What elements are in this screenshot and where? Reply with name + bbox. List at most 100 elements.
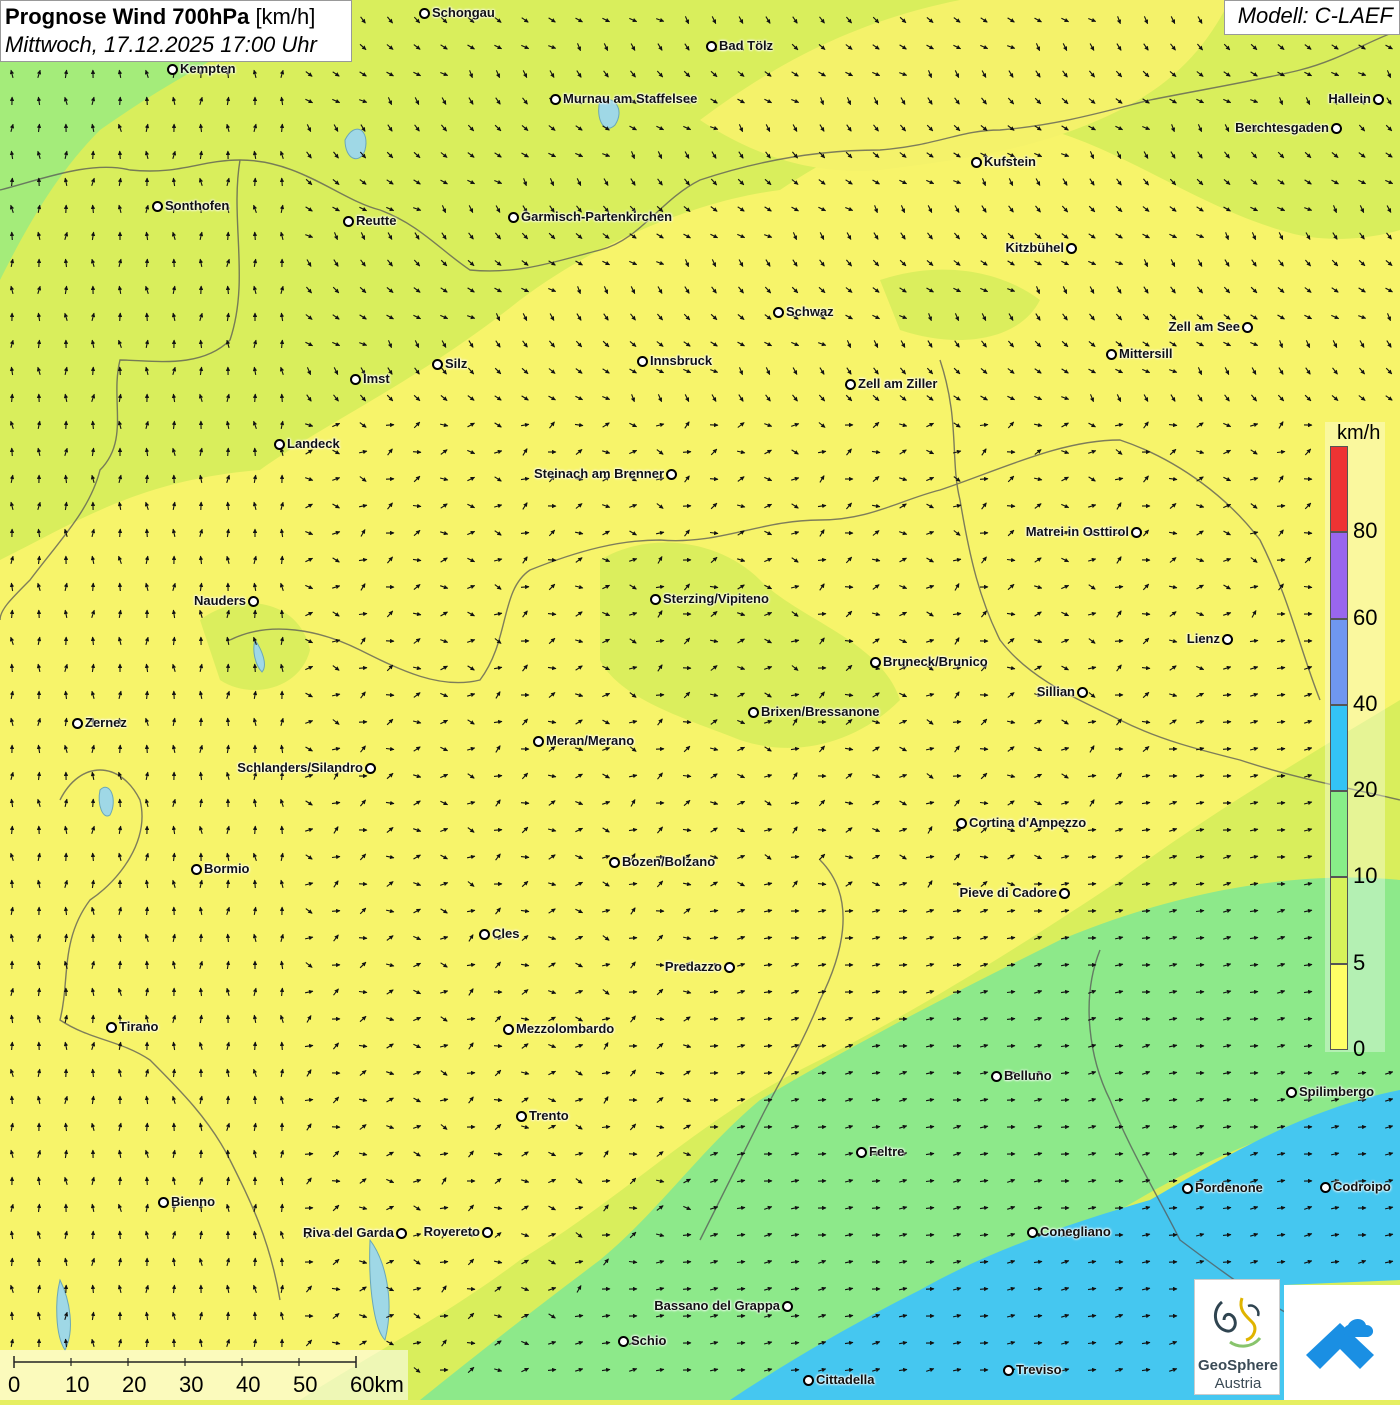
wind-arrow — [845, 587, 853, 588]
city-marker-icon — [609, 857, 620, 868]
wind-arrow — [255, 394, 256, 402]
city-marker-icon — [167, 64, 178, 75]
city-marker-icon — [274, 439, 285, 450]
wind-arrow — [1277, 803, 1285, 804]
wind-arrow — [872, 1181, 880, 1182]
city-label: Mezzolombardo — [516, 1021, 614, 1036]
wind-arrow — [12, 1096, 13, 1104]
weather-app-logo[interactable] — [1284, 1285, 1400, 1400]
wind-arrow — [282, 394, 283, 402]
wind-arrow — [386, 425, 394, 426]
wind-arrow — [255, 610, 256, 618]
city-label: Reutte — [356, 213, 396, 228]
wind-arrow — [255, 664, 256, 672]
city-marker-icon — [724, 962, 735, 973]
city-marker-icon — [482, 1227, 493, 1238]
city-marker-icon — [1320, 1182, 1331, 1193]
city-label: Cittadella — [816, 1372, 875, 1387]
geosphere-name: GeoSphere — [1195, 1357, 1281, 1374]
wind-arrow — [629, 1208, 637, 1209]
city-marker-icon — [1003, 1365, 1014, 1376]
wind-arrow — [440, 1316, 448, 1317]
map-title-main: Prognose Wind 700hPa — [5, 4, 249, 29]
wind-arrow — [1223, 1262, 1231, 1263]
weather-app-icon — [1284, 1285, 1400, 1400]
wind-arrow — [120, 799, 121, 807]
legend-swatch — [1330, 791, 1348, 877]
city-label: Kempten — [180, 61, 236, 76]
legend-swatch — [1330, 877, 1348, 963]
wind-arrow — [282, 1258, 283, 1266]
wind-arrow — [1115, 1181, 1123, 1182]
title-panel: Prognose Wind 700hPa [km/h] Mittwoch, 17… — [0, 0, 352, 62]
city-label: Pordenone — [1195, 1180, 1263, 1195]
city-label: Predazzo — [665, 959, 722, 974]
city-label: Treviso — [1016, 1362, 1062, 1377]
wind-arrow — [1115, 1154, 1123, 1155]
city-label: Silz — [445, 356, 467, 371]
city-marker-icon — [650, 594, 661, 605]
wind-arrow — [120, 529, 121, 537]
city-marker-icon — [508, 212, 519, 223]
city-marker-icon — [637, 356, 648, 367]
wind-arrow — [710, 479, 718, 480]
city-label: Innsbruck — [650, 353, 712, 368]
geosphere-logo: GeoSphere Austria — [1194, 1279, 1280, 1395]
city-marker-icon — [1077, 687, 1088, 698]
wind-arrow — [467, 1289, 475, 1290]
wind-arrow — [228, 1312, 229, 1320]
city-label: Landeck — [287, 436, 340, 451]
city-label: Brixen/Bressanone — [761, 704, 880, 719]
legend-tick-label: 0 — [1353, 1036, 1365, 1062]
map-title: Prognose Wind 700hPa [km/h] — [5, 3, 347, 31]
wind-arrow — [926, 1262, 934, 1263]
city-label: Spilimbergo — [1299, 1084, 1374, 1099]
city-marker-icon — [618, 1336, 629, 1347]
legend-swatch — [1330, 705, 1348, 791]
legend-tick-label: 10 — [1353, 863, 1377, 889]
city-marker-icon — [1182, 1183, 1193, 1194]
scale-label: 40 — [236, 1372, 260, 1398]
city-label: Sterzing/Vipiteno — [663, 591, 769, 606]
forecast-datetime: Mittwoch, 17.12.2025 17:00 Uhr — [5, 31, 347, 59]
wind-arrow — [710, 1046, 718, 1047]
wind-arrow — [1115, 641, 1123, 642]
wind-arrow — [602, 1181, 610, 1182]
legend-swatch — [1330, 532, 1348, 618]
wind-arrow — [1088, 884, 1096, 885]
wind-arrow — [656, 695, 664, 696]
wind-arrow — [147, 97, 148, 105]
city-label: Lienz — [1187, 631, 1220, 646]
wind-arrow — [494, 1046, 502, 1047]
city-marker-icon — [803, 1375, 814, 1386]
city-label: Zell am Ziller — [858, 376, 937, 391]
city-marker-icon — [1106, 349, 1117, 360]
legend-swatch — [1330, 446, 1348, 532]
wind-arrow — [1304, 1100, 1312, 1101]
wind-arrow — [1142, 614, 1150, 615]
wind-arrow — [1304, 533, 1312, 534]
city-marker-icon — [991, 1071, 1002, 1082]
city-label: Bad Tölz — [719, 38, 773, 53]
wind-arrow — [899, 965, 907, 966]
wind-arrow — [1169, 1235, 1177, 1236]
wind-arrow — [147, 529, 148, 537]
wind-arrow — [93, 367, 94, 375]
wind-arrow — [282, 1042, 283, 1050]
city-marker-icon — [1373, 94, 1384, 105]
wind-arrow — [147, 1177, 148, 1185]
wind-arrow — [147, 313, 148, 321]
city-label: Pieve di Cadore — [959, 885, 1057, 900]
map-title-unit: [km/h] — [255, 4, 315, 29]
city-marker-icon — [1242, 322, 1253, 333]
city-marker-icon — [191, 864, 202, 875]
wind-arrow — [1088, 857, 1096, 858]
wind-arrow — [1223, 749, 1231, 750]
city-label: Cortina d'Ampezzo — [969, 815, 1086, 830]
city-marker-icon — [479, 929, 490, 940]
wind-arrow — [12, 232, 13, 240]
city-marker-icon — [870, 657, 881, 668]
city-marker-icon — [533, 736, 544, 747]
city-label: Cles — [492, 926, 519, 941]
wind-arrow — [1250, 1019, 1258, 1020]
